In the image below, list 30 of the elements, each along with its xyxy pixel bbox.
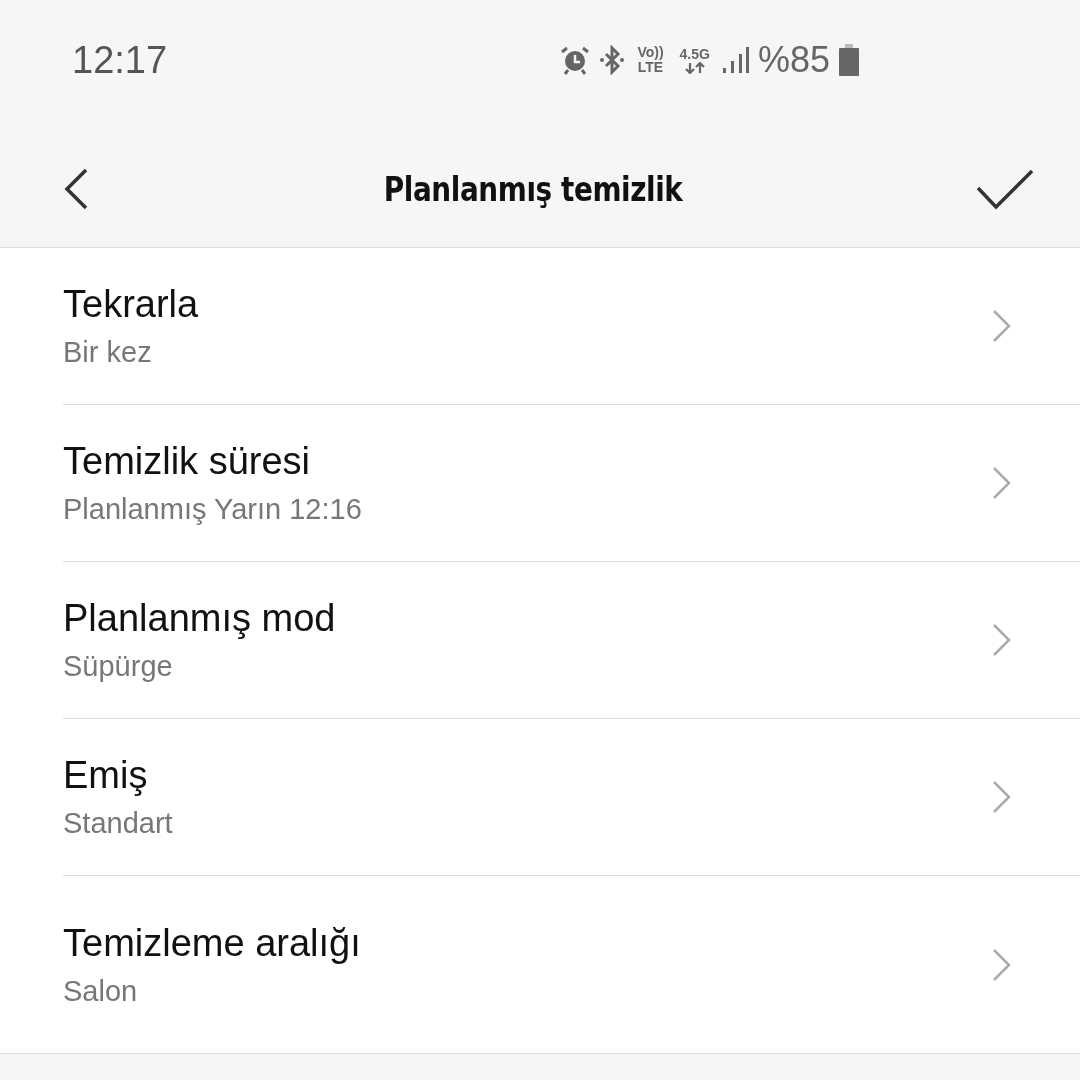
row-value: Süpürge — [63, 650, 174, 683]
bluetooth-icon — [599, 45, 626, 75]
volte-indicator: Vo)) LTE — [637, 45, 664, 75]
chevron-icon — [992, 623, 1012, 657]
row-title: Tekrarla — [63, 283, 199, 326]
chevron-icon — [992, 947, 1012, 982]
signal-icon — [721, 46, 750, 74]
battery-percent: %85 — [757, 39, 830, 81]
row-title: Emiş — [63, 754, 149, 797]
row-title: Temizleme aralığı — [63, 921, 361, 965]
battery-icon — [838, 44, 860, 76]
row-value: Planlanmış Yarın 12:16 — [63, 493, 362, 526]
alarm-icon — [559, 45, 592, 75]
chevron-icon — [992, 780, 1012, 814]
row-value: Standart — [63, 807, 173, 840]
settings-row[interactable]: Planlanmış mod Süpürge — [63, 562, 1080, 719]
chevron-icon — [992, 309, 1012, 343]
page-title: Planlanmış temizlik — [383, 168, 683, 209]
settings-row[interactable]: Emiş Standart — [63, 719, 1080, 876]
row-title: Temizlik süresi — [63, 440, 312, 483]
row-value: Salon — [63, 974, 139, 1008]
settings-row[interactable]: Temizleme aralığı Salon — [63, 876, 1080, 1053]
row-title: Planlanmış mod — [63, 597, 336, 640]
data-arrows-icon — [682, 61, 707, 74]
network-label: 4.5G — [679, 46, 710, 62]
chevron-icon — [992, 466, 1012, 500]
status-time: 12:17 — [72, 38, 168, 82]
settings-row[interactable]: Temizlik süresi Planlanmış Yarın 12:16 — [63, 405, 1080, 562]
settings-row[interactable]: Tekrarla Bir kez — [63, 248, 1080, 405]
row-value: Bir kez — [63, 336, 153, 369]
